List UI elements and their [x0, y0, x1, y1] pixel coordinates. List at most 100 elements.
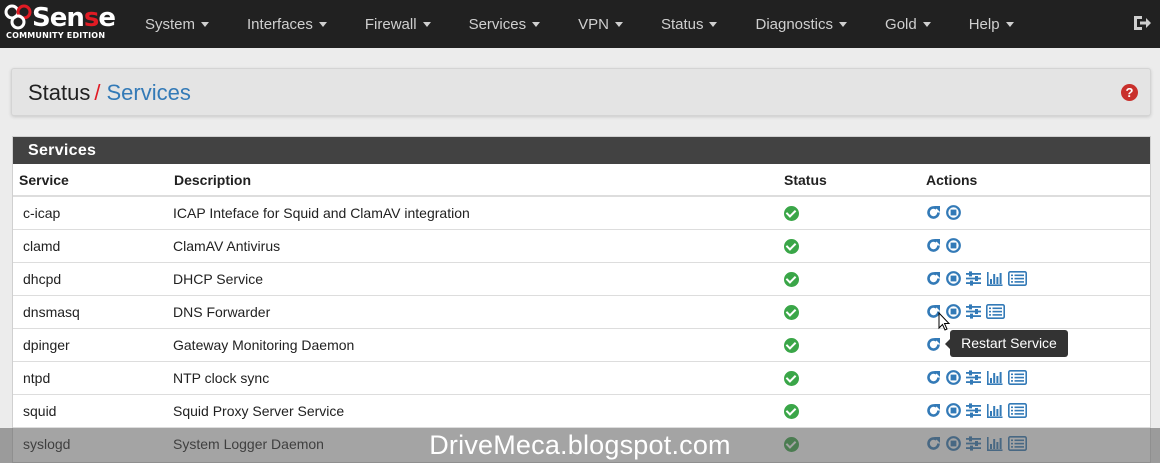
table-row: c-icap ICAP Inteface for Squid and ClamAV… [13, 195, 1150, 229]
check-circle-icon [784, 370, 799, 386]
nav-label: Services [468, 15, 527, 33]
nav-gold[interactable]: Gold [866, 0, 950, 48]
caret-down-icon [839, 21, 848, 27]
service-status [778, 228, 920, 262]
service-name: dpinger [13, 327, 168, 361]
nav-help[interactable]: Help [950, 0, 1033, 48]
service-description: ClamAV Antivirus [168, 228, 778, 262]
table-row: dnsmasq DNS Forwarder [13, 294, 1150, 328]
sliders-icon[interactable] [965, 303, 982, 320]
caret-down-icon [318, 21, 327, 27]
caret-down-icon [422, 21, 431, 27]
caret-down-icon [922, 21, 931, 27]
service-status [778, 195, 920, 229]
service-status [778, 294, 920, 328]
nav-label: Gold [885, 15, 917, 33]
table-row: ntpd NTP clock sync [13, 360, 1150, 394]
logo-edition: COMMUNITY EDITION [6, 31, 106, 40]
nav-interfaces[interactable]: Interfaces [228, 0, 346, 48]
service-actions [920, 261, 1150, 295]
caret-down-icon [1005, 21, 1014, 27]
check-circle-icon [784, 337, 799, 353]
restart-icon[interactable] [925, 270, 942, 287]
nav-status[interactable]: Status [642, 0, 737, 48]
table-row: squid Squid Proxy Server Service [13, 393, 1150, 427]
nav-system[interactable]: System [126, 0, 228, 48]
nav-label: Firewall [364, 15, 417, 33]
stop-icon[interactable] [945, 204, 962, 221]
check-circle-icon [784, 304, 799, 320]
stop-icon[interactable] [945, 369, 962, 386]
service-description: NTP clock sync [168, 360, 778, 394]
breadcrumb-bar: Status / Services ? [11, 68, 1151, 116]
service-actions [920, 393, 1150, 427]
pfsense-logo[interactable]: Sense COMMUNITY EDITION [2, 0, 122, 48]
nav-label: VPN [578, 15, 609, 33]
logo-wordmark: Sense [32, 3, 116, 33]
bar-chart-icon[interactable] [985, 402, 1004, 419]
table-row: dhcpd DHCP Service [13, 261, 1150, 295]
sign-out-icon[interactable] [1132, 13, 1152, 33]
sliders-icon[interactable] [965, 402, 982, 419]
check-circle-icon [784, 271, 799, 287]
service-name: c-icap [13, 195, 168, 229]
log-list-icon[interactable] [985, 303, 1006, 320]
log-list-icon[interactable] [1007, 369, 1028, 386]
table-row: clamd ClamAV Antivirus [13, 228, 1150, 262]
nav-label: Diagnostics [755, 15, 834, 33]
caret-down-icon [614, 21, 623, 27]
breadcrumb-current[interactable]: Services [107, 80, 191, 105]
service-description: DHCP Service [168, 261, 778, 295]
service-status [778, 393, 920, 427]
nav-label: Help [968, 15, 1000, 33]
service-description: ICAP Inteface for Squid and ClamAV integ… [168, 195, 778, 229]
service-name: dhcpd [13, 261, 168, 295]
bar-chart-icon[interactable] [985, 270, 1004, 287]
main-menu: System Interfaces Firewall Services VPN Statu… [126, 0, 1033, 48]
service-name: squid [13, 393, 168, 427]
service-name: clamd [13, 228, 168, 262]
watermark-text: DriveMeca.blogspot.com [429, 430, 731, 460]
nav-services[interactable]: Services [450, 0, 560, 48]
restart-service-tooltip: Restart Service [945, 330, 1068, 357]
caret-down-icon [709, 21, 718, 27]
service-status [778, 261, 920, 295]
stop-icon[interactable] [945, 270, 962, 287]
services-table: Service Description Status Actions c-ica… [13, 164, 1150, 460]
stop-icon[interactable] [945, 402, 962, 419]
log-list-icon[interactable] [1007, 270, 1028, 287]
nav-vpn[interactable]: VPN [559, 0, 642, 48]
help-icon[interactable]: ? [1121, 84, 1138, 101]
service-status [778, 327, 920, 361]
nav-label: System [145, 15, 196, 33]
service-description: DNS Forwarder [168, 294, 778, 328]
service-description: Gateway Monitoring Daemon [168, 327, 778, 361]
stop-icon[interactable] [945, 237, 962, 254]
nav-firewall[interactable]: Firewall [346, 0, 450, 48]
caret-down-icon [201, 21, 210, 27]
restart-icon[interactable] [925, 402, 942, 419]
nav-diagnostics[interactable]: Diagnostics [736, 0, 866, 48]
col-service: Service [13, 164, 168, 197]
sliders-icon[interactable] [965, 369, 982, 386]
service-name: ntpd [13, 360, 168, 394]
col-status: Status [778, 164, 920, 197]
restart-icon[interactable] [925, 369, 942, 386]
check-circle-icon [784, 238, 799, 254]
bar-chart-icon[interactable] [985, 369, 1004, 386]
caret-down-icon [532, 21, 541, 27]
nav-label: Status [660, 15, 704, 33]
breadcrumb-separator: / [94, 80, 101, 105]
mouse-cursor-icon [938, 312, 951, 331]
sliders-icon[interactable] [965, 270, 982, 287]
log-list-icon[interactable] [1007, 402, 1028, 419]
top-navbar: Sense COMMUNITY EDITION System Interfaces… [0, 0, 1160, 48]
col-description: Description [168, 164, 778, 197]
service-actions [920, 360, 1150, 394]
col-actions: Actions [920, 164, 1150, 197]
restart-icon[interactable] [925, 237, 942, 254]
restart-icon[interactable] [925, 336, 942, 353]
restart-icon[interactable] [925, 204, 942, 221]
breadcrumb-root: Status [28, 80, 91, 105]
service-actions [920, 228, 1150, 262]
